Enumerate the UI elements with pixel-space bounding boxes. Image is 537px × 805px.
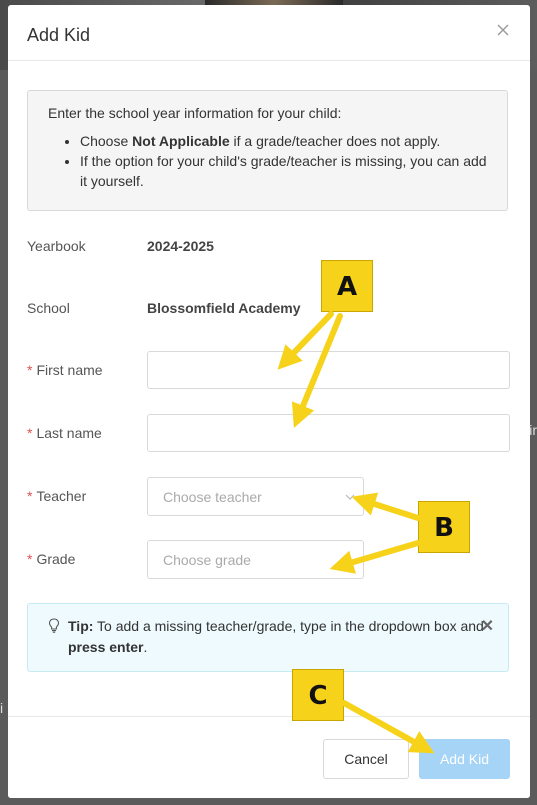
required-mark: *	[27, 425, 33, 441]
tip-bold: press enter	[68, 639, 144, 655]
info-bullet-bold: Not Applicable	[132, 133, 230, 149]
required-mark: *	[27, 551, 33, 567]
lightbulb-icon	[48, 618, 60, 633]
grade-label-text: Grade	[36, 551, 76, 567]
info-box: Enter the school year information for yo…	[27, 90, 508, 211]
last-name-label: * Last name	[27, 425, 102, 441]
modal-footer: Cancel Add Kid	[8, 716, 530, 798]
callout-b: B	[418, 501, 470, 553]
tip-label: Tip:	[68, 618, 94, 634]
school-label: School	[27, 300, 70, 316]
background-text: ir	[529, 422, 537, 438]
first-name-input[interactable]	[147, 351, 510, 389]
yearbook-label: Yearbook	[27, 238, 86, 254]
background-text: i	[0, 700, 4, 716]
required-mark: *	[27, 488, 33, 504]
required-mark: *	[27, 362, 33, 378]
info-bullet-text: if a grade/teacher does not apply.	[229, 133, 441, 149]
add-kid-button[interactable]: Add Kid	[419, 739, 510, 779]
teacher-placeholder: Choose teacher	[163, 489, 262, 505]
grade-label: * Grade	[27, 551, 75, 567]
teacher-select[interactable]: Choose teacher	[147, 477, 364, 516]
teacher-label: * Teacher	[27, 488, 86, 504]
yearbook-value: 2024-2025	[147, 238, 214, 254]
info-list: Choose Not Applicable if a grade/teacher…	[48, 131, 487, 191]
info-intro: Enter the school year information for yo…	[48, 105, 342, 121]
add-kid-modal: Add Kid Enter the school year informatio…	[8, 5, 530, 798]
grade-placeholder: Choose grade	[163, 552, 251, 568]
tip-close-icon[interactable]: ✕	[481, 616, 494, 637]
tip-body: To add a missing teacher/grade, type in …	[93, 618, 484, 634]
last-name-label-text: Last name	[36, 425, 102, 441]
callout-a: A	[321, 260, 373, 312]
close-icon[interactable]	[496, 23, 510, 37]
first-name-label-text: First name	[36, 362, 103, 378]
last-name-input[interactable]	[147, 414, 510, 452]
modal-header: Add Kid	[8, 5, 530, 61]
tip-end: .	[143, 639, 148, 655]
first-name-label: * First name	[27, 362, 103, 378]
cancel-button[interactable]: Cancel	[323, 739, 409, 779]
tip-box: Tip: To add a missing teacher/grade, typ…	[27, 603, 509, 672]
teacher-label-text: Teacher	[36, 488, 87, 504]
tip-text: Tip: To add a missing teacher/grade, typ…	[48, 616, 488, 658]
info-bullet: If the option for your child's grade/tea…	[80, 151, 487, 191]
school-value: Blossomfield Academy	[147, 300, 301, 316]
callout-c: C	[292, 669, 344, 721]
modal-title: Add Kid	[27, 25, 91, 45]
info-bullet-text: Choose	[80, 133, 133, 149]
info-bullet: Choose Not Applicable if a grade/teacher…	[80, 131, 487, 151]
grade-select[interactable]: Choose grade	[147, 540, 364, 579]
chevron-down-icon	[345, 494, 355, 500]
